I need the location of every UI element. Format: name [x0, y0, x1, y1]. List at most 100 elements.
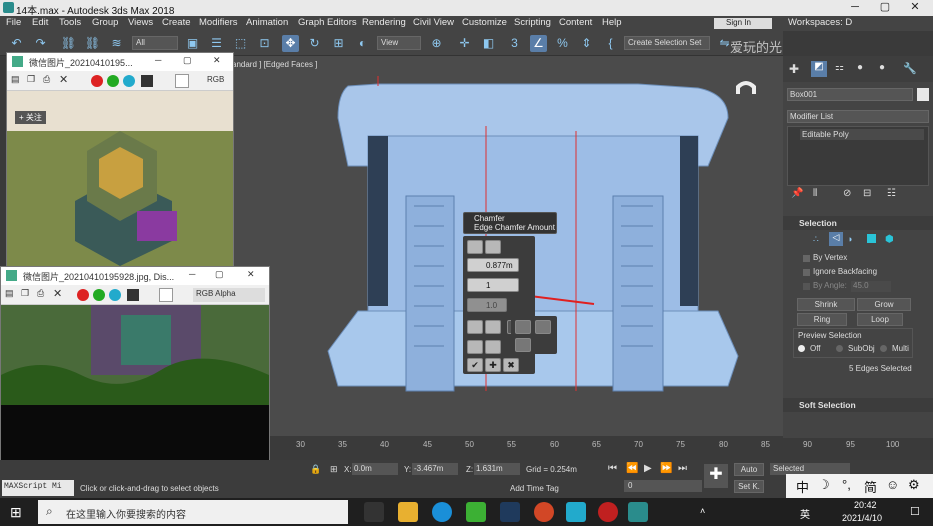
ime-chinese-mode[interactable]: 中 [796, 477, 809, 496]
recorder-icon[interactable] [598, 502, 618, 522]
menu-content[interactable]: Content [559, 17, 592, 28]
hierarchy-tab-icon[interactable]: ⚏ [835, 62, 844, 73]
send-app-icon[interactable] [566, 502, 586, 522]
ime-emoji-icon[interactable]: ☺ [886, 477, 899, 492]
by-angle-checkbox[interactable] [803, 283, 810, 290]
percent-snap-icon[interactable]: % [554, 35, 571, 52]
apply-plus-icon[interactable]: ✚ [485, 358, 501, 372]
img1-follow-label[interactable]: + 关注 [15, 111, 46, 124]
img2-minimize-button[interactable]: ─ [189, 269, 195, 279]
menu-civil-view[interactable]: Civil View [413, 17, 454, 28]
element-mode-icon[interactable]: ⬢ [885, 234, 894, 245]
undo-icon[interactable]: ↶ [8, 35, 25, 52]
named-selection-sets-dropdown[interactable]: Create Selection Set [624, 36, 710, 50]
img1-red-channel[interactable] [91, 75, 103, 87]
create-tab-icon[interactable]: ✚ [789, 62, 799, 76]
img2-mono-icon[interactable] [127, 289, 139, 301]
lock-selection-icon[interactable]: 🔒 [310, 464, 321, 475]
preview-off-radio[interactable] [798, 345, 805, 352]
tray-date[interactable]: 2021/4/10 [842, 513, 882, 523]
y-coordinate-field[interactable]: -3.467m [412, 463, 458, 475]
set-key-icon[interactable]: ✚ [704, 464, 728, 488]
perspective-viewport[interactable]: andard ] [Edged Faces ] Chamfer Edge Cha… [228, 56, 783, 436]
tray-chevron-icon[interactable]: ˄ [700, 506, 705, 516]
object-name-field[interactable]: Box001 [787, 88, 913, 101]
edit-named-sets-icon[interactable]: { [602, 35, 619, 52]
img2-green-channel[interactable] [93, 289, 105, 301]
keyboard-shortcut-icon[interactable]: ◧ [480, 35, 497, 52]
maximize-button[interactable]: ▢ [870, 0, 900, 16]
vertex-mode-icon[interactable]: ∴ [813, 234, 819, 245]
ring-button[interactable]: Ring [797, 313, 847, 326]
rotate-icon[interactable]: ↻ [306, 35, 323, 52]
selection-rollout-header[interactable]: Selection [783, 216, 933, 230]
reference-coord-dropdown[interactable]: View [377, 36, 421, 50]
img2-blue-channel[interactable] [109, 289, 121, 301]
menu-file[interactable]: File [6, 17, 21, 28]
img2-copy-icon[interactable]: ❐ [21, 288, 29, 299]
rect-region-icon[interactable]: ⬚ [232, 35, 249, 52]
img1-bg-swatch[interactable] [175, 74, 189, 88]
notification-icon[interactable]: ☐ [910, 505, 920, 518]
img1-green-channel[interactable] [107, 75, 119, 87]
show-end-result-icon[interactable]: ⫴ [813, 188, 817, 199]
quad-chamfer-button[interactable] [515, 320, 531, 334]
end-bias-button[interactable] [467, 320, 483, 334]
link-icon[interactable]: ⛓ [60, 35, 77, 52]
play-icon[interactable]: ▶ [644, 463, 652, 474]
minimize-button[interactable]: ─ [840, 0, 870, 16]
prev-frame-icon[interactable]: ⏪ [626, 463, 638, 474]
amount-value[interactable]: 0.877m [486, 261, 513, 270]
select-manipulate-icon[interactable]: ✛ [456, 35, 473, 52]
configure-sets-icon[interactable]: ☷ [887, 188, 896, 199]
timeline-ruler[interactable]: 30 35 40 45 50 55 60 65 70 75 80 85 90 9… [270, 438, 933, 460]
menu-graph-editors[interactable]: Graph Editors [298, 17, 357, 28]
auto-key-button[interactable]: Auto [734, 463, 764, 476]
menu-rendering[interactable]: Rendering [362, 17, 406, 28]
select-by-name-icon[interactable]: ☰ [208, 35, 225, 52]
polygon-mode-icon[interactable] [867, 234, 876, 243]
menu-animation[interactable]: Animation [246, 17, 288, 28]
img1-maximize-button[interactable]: ▢ [183, 55, 192, 66]
menu-modifiers[interactable]: Modifiers [199, 17, 238, 28]
selection-filter-dropdown[interactable]: All [132, 36, 178, 50]
preview-multi-radio[interactable] [880, 345, 887, 352]
start-button-icon[interactable]: ⊞ [10, 504, 22, 521]
loop-button[interactable]: Loop [857, 313, 903, 326]
edge-browser-icon[interactable] [432, 502, 452, 522]
edge-mode-icon[interactable]: ◁ [829, 232, 843, 246]
wechat-icon[interactable] [466, 502, 486, 522]
taskbar-search-box[interactable]: ⌕ 在这里输入你要搜索的内容 [38, 500, 348, 524]
img2-red-channel[interactable] [77, 289, 89, 301]
chamfer-amount-field[interactable]: 0.877m [467, 258, 519, 272]
pin-stack-icon[interactable]: 📌 [791, 188, 803, 199]
menu-group[interactable]: Group [92, 17, 118, 28]
angle-spinner[interactable]: 45.0 [851, 281, 891, 292]
object-color-swatch[interactable] [917, 88, 929, 101]
by-vertex-checkbox[interactable] [803, 255, 810, 262]
open-chamfer-button[interactable] [467, 340, 483, 354]
ok-checkmark-icon[interactable]: ✔ [467, 358, 483, 372]
tension-value[interactable]: 1.0 [486, 301, 497, 310]
spinner-snap-icon[interactable]: ⇕ [578, 35, 595, 52]
menu-help[interactable]: Help [602, 17, 622, 28]
modifier-list-dropdown[interactable]: Modifier List [787, 110, 929, 123]
maxscript-listener[interactable]: MAXScript Mi [2, 480, 74, 496]
img2-clear-icon[interactable]: ✕ [53, 287, 62, 300]
chamfer-mode-button[interactable] [485, 240, 501, 254]
img1-save-icon[interactable]: ▤ [11, 74, 20, 85]
taskbar-search-placeholder[interactable]: 在这里输入你要搜索的内容 [66, 506, 186, 521]
place-icon[interactable]: ◐ [354, 35, 371, 52]
preview-subobj-radio[interactable] [836, 345, 843, 352]
window-crossing-icon[interactable]: ⊡ [256, 35, 273, 52]
powerpoint-icon[interactable] [534, 502, 554, 522]
menu-scripting[interactable]: Scripting [514, 17, 551, 28]
img1-minimize-button[interactable]: ─ [155, 55, 161, 65]
pivot-center-icon[interactable]: ⊕ [428, 35, 445, 52]
img1-print-icon[interactable]: ⎙ [43, 74, 50, 85]
next-frame-icon[interactable]: ⏩ [660, 463, 672, 474]
soft-selection-rollout-header[interactable]: Soft Selection [783, 398, 933, 412]
angle-snap-icon[interactable]: ∠ [530, 35, 547, 52]
utilities-tab-icon[interactable]: 🔧 [903, 62, 917, 75]
img1-copy-icon[interactable]: ❐ [27, 74, 35, 85]
